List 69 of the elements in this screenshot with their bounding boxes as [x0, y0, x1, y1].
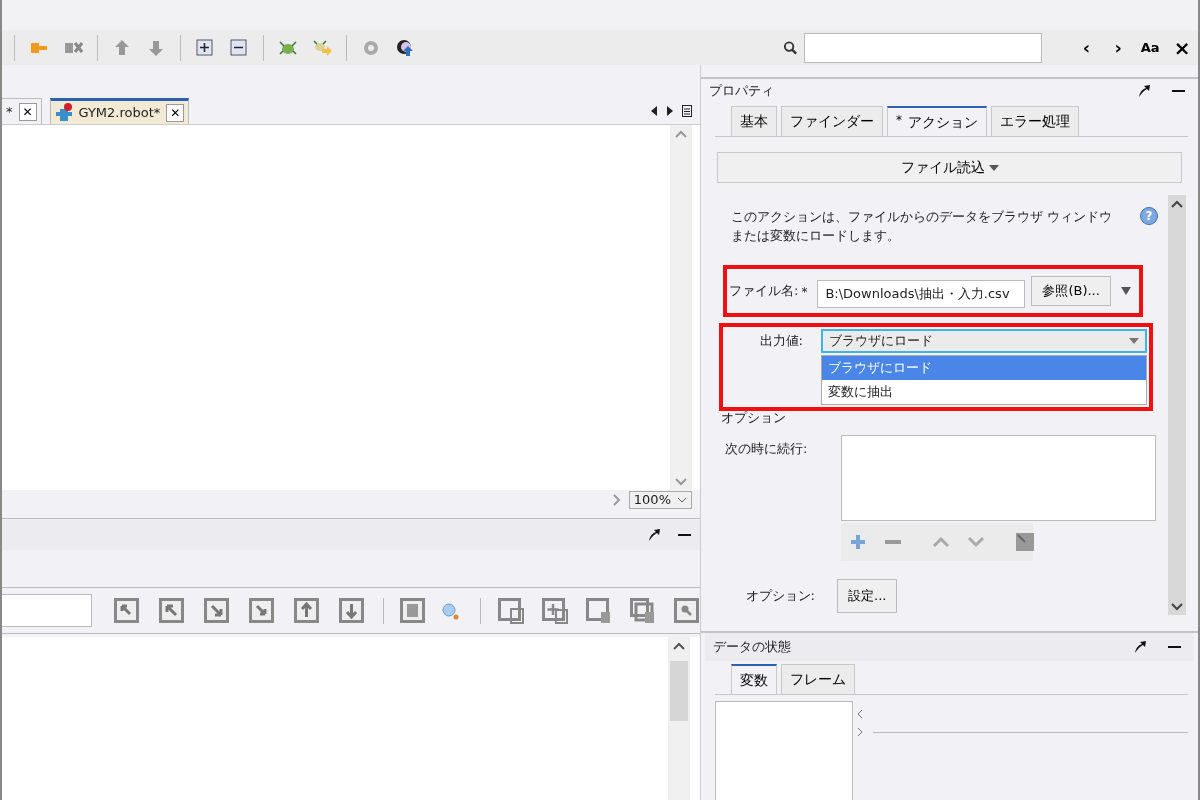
- windows-icon[interactable]: [498, 597, 524, 624]
- property-tab[interactable]: * アクション: [887, 106, 987, 136]
- field-label: ファイル名:: [729, 282, 799, 301]
- delete-windows-icon[interactable]: [630, 597, 656, 624]
- right-triangle-icon[interactable]: [666, 106, 674, 116]
- output-dropdown[interactable]: ブラウザにロード: [821, 329, 1147, 353]
- left-chevron-icon[interactable]: [857, 709, 863, 719]
- panel-title: プロパティ: [709, 82, 775, 101]
- browse-button[interactable]: 参照(B)...: [1031, 276, 1111, 306]
- property-tab[interactable]: フレーム: [781, 664, 855, 694]
- filter-field[interactable]: [2, 594, 92, 627]
- dropdown-option[interactable]: ブラウザにロード: [822, 356, 1146, 380]
- file-name-field[interactable]: B:\Downloads\抽出・入力.csv: [817, 280, 1026, 308]
- match-case-button[interactable]: Aa: [1134, 37, 1167, 58]
- expand-icon[interactable]: [194, 37, 215, 58]
- caret-icon: [988, 165, 999, 171]
- editor-tab[interactable]: GYM2.robot* ✕: [49, 98, 190, 124]
- close-tab-button[interactable]: ✕: [166, 103, 185, 122]
- settings-button[interactable]: 設定...: [837, 579, 898, 613]
- magnifier-icon[interactable]: [439, 600, 460, 621]
- property-tab[interactable]: エラー処理: [991, 106, 1079, 136]
- add-window-icon[interactable]: [542, 597, 568, 624]
- property-tab[interactable]: 変数: [731, 664, 777, 694]
- panel-title: データの状態: [713, 638, 792, 657]
- scrollbar[interactable]: [1168, 195, 1186, 615]
- field-label: 次の時に続行:: [725, 440, 809, 458]
- tab-label: GYM2.robot*: [78, 103, 161, 122]
- dropdown-option[interactable]: 変数に抽出: [822, 380, 1146, 404]
- pin-icon[interactable]: [647, 528, 661, 542]
- field-label: 出力値:: [758, 332, 803, 351]
- zoom-dropdown[interactable]: 100%: [628, 491, 692, 509]
- bug-arrow-icon[interactable]: [311, 37, 332, 58]
- property-tab[interactable]: ファインダー: [781, 106, 883, 136]
- right-chevron-icon[interactable]: [857, 727, 863, 737]
- down-chevron-icon[interactable]: [1170, 601, 1184, 611]
- marker-triangle-icon: [1120, 287, 1131, 295]
- caret-icon: [1129, 338, 1139, 344]
- action-dropdown[interactable]: ファイル読込: [717, 152, 1182, 183]
- robot-icon: [54, 102, 73, 123]
- editor-tab[interactable]: * ✕: [2, 98, 42, 124]
- search-field[interactable]: [803, 32, 1043, 63]
- delete-window-icon[interactable]: [586, 597, 612, 624]
- right-chevron-icon[interactable]: [612, 494, 621, 506]
- pin-icon[interactable]: [1133, 640, 1147, 654]
- list-icon[interactable]: [682, 105, 692, 117]
- property-tab[interactable]: 基本: [731, 106, 777, 136]
- tab-label: *: [6, 102, 13, 121]
- action-description: このアクションは、ファイルからのデータをブラウザ ウィンドウまたは変数にロードします。: [731, 208, 1114, 245]
- dropdown-chevron-icon: [677, 497, 687, 503]
- left-triangle-icon[interactable]: [650, 106, 658, 116]
- globe-upload-icon[interactable]: [394, 37, 415, 58]
- pin-icon[interactable]: [1137, 84, 1151, 98]
- field-label: オプション:: [744, 587, 815, 606]
- condition-list[interactable]: [841, 435, 1156, 521]
- search-icon: [782, 39, 798, 56]
- plus-icon[interactable]: [849, 533, 867, 551]
- up-chevron-icon[interactable]: [1170, 199, 1184, 209]
- scrollbar[interactable]: [668, 637, 690, 800]
- zoom-window-icon[interactable]: [674, 597, 700, 624]
- next-button[interactable]: ›: [1102, 34, 1135, 61]
- close-button[interactable]: ×: [1166, 32, 1198, 63]
- previous-button[interactable]: ‹: [1070, 34, 1103, 61]
- collapse-icon[interactable]: [228, 37, 249, 58]
- close-tab-button[interactable]: ✕: [18, 102, 37, 121]
- up-chevron-icon[interactable]: [672, 641, 686, 651]
- section-label: オプション: [721, 411, 787, 425]
- required-mark: *: [801, 284, 808, 301]
- document-icon[interactable]: [399, 597, 426, 624]
- edit-icon[interactable]: [1015, 532, 1035, 552]
